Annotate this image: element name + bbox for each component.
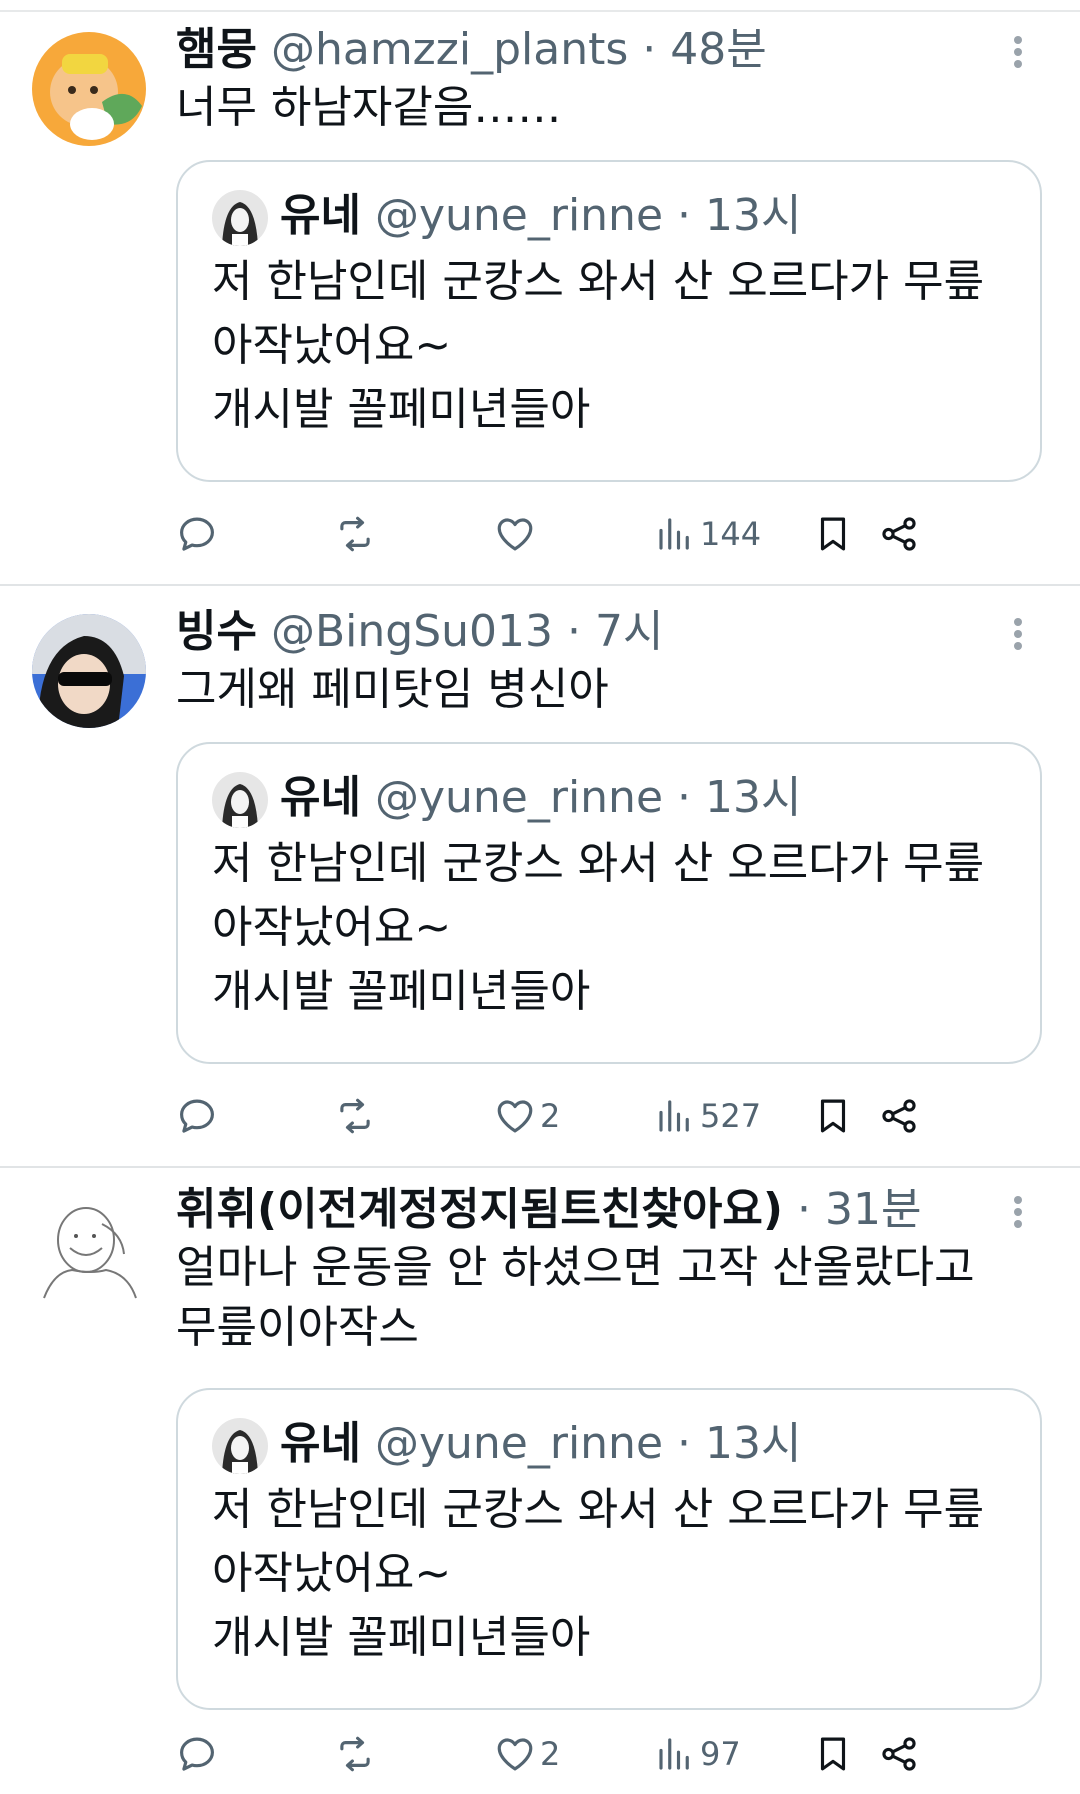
reply-button[interactable] bbox=[176, 1086, 218, 1146]
quote-timestamp: 13시 bbox=[705, 190, 802, 241]
tweet-header: 햄뭉 @hamzzi_plants · 48분 bbox=[176, 20, 984, 80]
timestamp[interactable]: 7시 bbox=[595, 606, 663, 657]
retweet-icon bbox=[340, 516, 370, 552]
avatar-bingsu[interactable] bbox=[32, 614, 146, 728]
like-button[interactable]: 2 bbox=[494, 1724, 560, 1784]
like-count: 2 bbox=[540, 1097, 561, 1135]
retweet-icon bbox=[340, 1736, 370, 1772]
reply-button[interactable] bbox=[176, 1724, 218, 1784]
action-bar: 2 527 bbox=[176, 1086, 1042, 1146]
views-button[interactable]: 97 bbox=[654, 1724, 741, 1784]
share-icon bbox=[882, 1737, 916, 1771]
quote-handle: @yune_rinne bbox=[374, 772, 664, 823]
quote-text: 저 한남인데 군캉스 와서 산 오르다가 무릎 아작났어요~ 개시발 꼴페미년들… bbox=[212, 256, 985, 435]
bookmark-button[interactable] bbox=[812, 1086, 854, 1146]
heart-icon bbox=[497, 1100, 533, 1133]
separator-dot: · bbox=[567, 606, 581, 657]
share-button[interactable] bbox=[878, 504, 920, 564]
display-name[interactable]: 햄뭉 bbox=[176, 24, 257, 75]
quote-display-name: 유네 bbox=[280, 190, 361, 241]
share-button[interactable] bbox=[878, 1724, 920, 1784]
like-button[interactable]: 2 bbox=[494, 1086, 560, 1146]
tweet-text: 그게왜 페미탓임 병신아 bbox=[176, 664, 609, 715]
views-icon bbox=[659, 1100, 689, 1132]
quote-display-name: 유네 bbox=[280, 772, 361, 823]
action-bar: 2 97 bbox=[176, 1724, 1042, 1784]
quote-header: 유네 @yune_rinne · 13시 bbox=[280, 768, 801, 828]
bookmark-icon bbox=[820, 1737, 846, 1771]
separator-dot: · bbox=[642, 24, 657, 75]
views-count: 527 bbox=[700, 1097, 762, 1135]
retweet-button[interactable] bbox=[334, 1086, 376, 1146]
views-icon bbox=[659, 518, 689, 550]
display-name[interactable]: 빙수 bbox=[176, 606, 257, 657]
quoted-tweet[interactable]: 유네 @yune_rinne · 13시 저 한남인데 군캉스 와서 산 오르다… bbox=[176, 1388, 1042, 1710]
tweet-header: 빙수 @BingSu013 · 7시 bbox=[176, 602, 984, 662]
share-icon bbox=[882, 517, 916, 551]
reply-icon bbox=[180, 1737, 214, 1771]
reply-icon bbox=[180, 517, 214, 551]
like-button[interactable] bbox=[494, 504, 540, 564]
display-name[interactable]: 휘휘(이전계정정지됨트친찾아요) bbox=[176, 1184, 783, 1235]
more-dots-icon[interactable] bbox=[1008, 1182, 1028, 1242]
user-handle[interactable]: @BingSu013 bbox=[271, 606, 553, 657]
quote-header: 유네 @yune_rinne · 13시 bbox=[280, 186, 801, 246]
bookmark-button[interactable] bbox=[812, 504, 854, 564]
quote-avatar bbox=[212, 190, 268, 246]
quoted-tweet[interactable]: 유네 @yune_rinne · 13시 저 한남인데 군캉스 와서 산 오르다… bbox=[176, 160, 1042, 482]
quote-timestamp: 13시 bbox=[705, 772, 802, 823]
tweet-1[interactable]: 햄뭉 @hamzzi_plants · 48분 너무 하남자같음…… 유네 @y… bbox=[0, 0, 1080, 586]
timestamp[interactable]: 48분 bbox=[670, 24, 766, 75]
quote-text: 저 한남인데 군캉스 와서 산 오르다가 무릎 아작났어요~ 개시발 꼴페미년들… bbox=[212, 838, 985, 1017]
quote-separator-dot: · bbox=[677, 190, 692, 241]
quote-handle: @yune_rinne bbox=[374, 190, 664, 241]
tweet-text: 얼마나 운동을 안 하셨으면 고작 산올랐다고 무릎이아작스 bbox=[176, 1242, 975, 1353]
quoted-tweet[interactable]: 유네 @yune_rinne · 13시 저 한남인데 군캉스 와서 산 오르다… bbox=[176, 742, 1042, 1064]
views-button[interactable]: 144 bbox=[654, 504, 761, 564]
heart-icon bbox=[497, 1738, 533, 1771]
action-bar: 144 bbox=[176, 504, 1042, 564]
tweet-2[interactable]: 빙수 @BingSu013 · 7시 그게왜 페미탓임 병신아 유네 @yune… bbox=[0, 586, 1080, 1168]
more-dots-icon[interactable] bbox=[1008, 604, 1028, 664]
tweet-text: 너무 하남자같음…… bbox=[176, 82, 562, 133]
retweet-button[interactable] bbox=[334, 504, 376, 564]
quote-avatar bbox=[212, 772, 268, 828]
quote-header: 유네 @yune_rinne · 13시 bbox=[280, 1414, 801, 1474]
separator-dot: · bbox=[796, 1184, 811, 1235]
avatar-hamzzi[interactable] bbox=[32, 32, 146, 146]
views-count: 144 bbox=[700, 515, 762, 553]
timestamp[interactable]: 31분 bbox=[825, 1184, 921, 1235]
views-button[interactable]: 527 bbox=[654, 1086, 761, 1146]
heart-icon bbox=[497, 518, 533, 551]
share-button[interactable] bbox=[878, 1086, 920, 1146]
quote-avatar bbox=[212, 1418, 268, 1474]
quote-separator-dot: · bbox=[677, 772, 692, 823]
bookmark-icon bbox=[820, 517, 846, 551]
bookmark-icon bbox=[820, 1099, 846, 1133]
like-count: 2 bbox=[540, 1735, 561, 1773]
more-dots-icon[interactable] bbox=[1008, 22, 1028, 82]
quote-separator-dot: · bbox=[677, 1418, 692, 1469]
share-icon bbox=[882, 1099, 916, 1133]
tweet-header: 휘휘(이전계정정지됨트친찾아요) · 31분 bbox=[176, 1180, 984, 1240]
retweet-button[interactable] bbox=[334, 1724, 376, 1784]
reply-button[interactable] bbox=[176, 504, 218, 564]
avatar-hwihwi[interactable] bbox=[32, 1194, 146, 1308]
retweet-icon bbox=[340, 1098, 370, 1134]
quote-text: 저 한남인데 군캉스 와서 산 오르다가 무릎 아작났어요~ 개시발 꼴페미년들… bbox=[212, 1484, 985, 1663]
quote-timestamp: 13시 bbox=[705, 1418, 802, 1469]
reply-icon bbox=[180, 1099, 214, 1133]
bookmark-button[interactable] bbox=[812, 1724, 854, 1784]
tweet-3[interactable]: 휘휘(이전계정정지됨트친찾아요) · 31분 얼마나 운동을 안 하셨으면 고작… bbox=[0, 1168, 1080, 1794]
views-icon bbox=[659, 1738, 689, 1770]
user-handle[interactable]: @hamzzi_plants bbox=[271, 24, 628, 75]
views-count: 97 bbox=[700, 1735, 741, 1773]
quote-display-name: 유네 bbox=[280, 1418, 361, 1469]
quote-handle: @yune_rinne bbox=[374, 1418, 664, 1469]
